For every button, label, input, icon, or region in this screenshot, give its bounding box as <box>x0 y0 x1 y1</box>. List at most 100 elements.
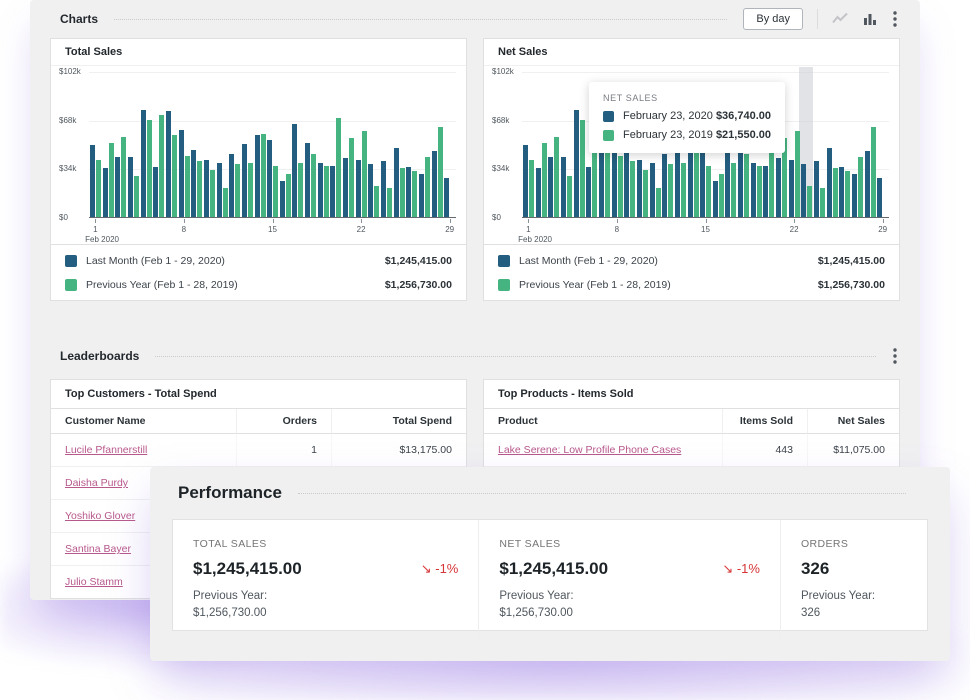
bar-group-day-12[interactable] <box>661 154 673 217</box>
bar[interactable] <box>561 157 566 217</box>
bar[interactable] <box>624 150 629 217</box>
bar[interactable] <box>536 168 541 217</box>
bar-group-day-20[interactable] <box>329 118 341 217</box>
bar[interactable] <box>630 161 635 217</box>
bar[interactable] <box>776 158 781 217</box>
bar[interactable] <box>763 166 768 218</box>
bar[interactable] <box>255 135 260 217</box>
bar[interactable] <box>381 161 386 217</box>
bar[interactable] <box>185 156 190 218</box>
bar[interactable] <box>248 163 253 217</box>
bar[interactable] <box>204 160 209 217</box>
bar[interactable] <box>865 151 870 217</box>
bar[interactable] <box>554 137 559 217</box>
bar-group-day-3[interactable] <box>547 137 559 217</box>
bar[interactable] <box>109 143 114 217</box>
bar-group-day-23[interactable] <box>800 164 812 217</box>
bar[interactable] <box>387 188 392 217</box>
bar[interactable] <box>858 157 863 217</box>
bar[interactable] <box>871 127 876 217</box>
bar[interactable] <box>324 166 329 218</box>
bar[interactable] <box>298 163 303 217</box>
leaderboard-link[interactable]: Daisha Purdy <box>65 477 128 489</box>
legend-previous-period[interactable]: Previous Year (Feb 1 - 28, 2019) $1,256,… <box>484 273 899 297</box>
leaderboard-link[interactable]: Lucile Pfannerstill <box>65 444 147 456</box>
bar[interactable] <box>548 157 553 217</box>
bar[interactable] <box>438 127 443 217</box>
bar[interactable] <box>128 157 133 217</box>
bar-group-day-13[interactable] <box>241 144 253 217</box>
bar-group-day-16[interactable] <box>712 174 724 217</box>
bar-group-day-25[interactable] <box>393 148 405 217</box>
bar-group-day-10[interactable] <box>203 160 215 217</box>
bar[interactable] <box>394 148 399 217</box>
bar-group-day-2[interactable] <box>535 143 547 217</box>
bar[interactable] <box>523 145 528 217</box>
interval-select[interactable]: By day <box>743 8 803 30</box>
bar[interactable] <box>827 148 832 217</box>
bar-group-day-22[interactable] <box>788 131 800 217</box>
bar[interactable] <box>618 156 623 218</box>
bar[interactable] <box>362 131 367 217</box>
bar-group-day-13[interactable] <box>674 144 686 217</box>
bar[interactable] <box>115 157 120 217</box>
bar-group-day-27[interactable] <box>851 157 863 217</box>
bar[interactable] <box>179 130 184 217</box>
bar-group-day-24[interactable] <box>380 161 392 217</box>
leaderboard-link[interactable]: Lake Serene: Low Profile Phone Cases <box>498 444 681 456</box>
bar[interactable] <box>833 168 838 217</box>
bar[interactable] <box>738 143 743 217</box>
bar[interactable] <box>172 135 177 217</box>
bar[interactable] <box>731 163 736 217</box>
bar[interactable] <box>330 166 335 218</box>
bar-group-day-29[interactable] <box>443 178 455 217</box>
bar[interactable] <box>153 167 158 217</box>
bar-group-day-24[interactable] <box>813 161 825 217</box>
bar[interactable] <box>159 115 164 217</box>
bar[interactable] <box>311 154 316 217</box>
bar[interactable] <box>852 174 857 217</box>
bar-group-day-9[interactable] <box>623 150 635 217</box>
bar-group-day-3[interactable] <box>114 137 126 217</box>
bar[interactable] <box>242 144 247 217</box>
bar-group-day-1[interactable] <box>89 145 101 217</box>
bar-group-day-12[interactable] <box>228 154 240 217</box>
bar[interactable] <box>343 158 348 217</box>
bar[interactable] <box>141 110 146 217</box>
line-chart-icon[interactable] <box>832 11 848 27</box>
bar[interactable] <box>191 150 196 217</box>
bar-group-day-9[interactable] <box>190 150 202 217</box>
bar-group-day-4[interactable] <box>127 157 139 217</box>
bar[interactable] <box>650 163 655 217</box>
bar[interactable] <box>839 167 844 217</box>
bar-group-day-8[interactable] <box>178 130 190 217</box>
bar[interactable] <box>567 176 572 218</box>
bar-group-day-29[interactable] <box>876 178 888 217</box>
bar[interactable] <box>574 110 579 217</box>
bar[interactable] <box>318 163 323 217</box>
bar[interactable] <box>529 160 534 217</box>
bar[interactable] <box>103 168 108 217</box>
bar[interactable] <box>406 167 411 217</box>
bar[interactable] <box>744 154 749 217</box>
bar-group-day-5[interactable] <box>573 110 585 217</box>
bar[interactable] <box>668 164 673 217</box>
bar-group-day-6[interactable] <box>152 115 164 217</box>
bar[interactable] <box>147 120 152 217</box>
bar[interactable] <box>586 167 591 217</box>
bar-group-day-18[interactable] <box>737 143 749 217</box>
bar-group-day-15[interactable] <box>266 140 278 217</box>
bar[interactable] <box>877 178 882 217</box>
bar-group-day-10[interactable] <box>636 160 648 217</box>
bar-group-day-16[interactable] <box>279 174 291 217</box>
bar[interactable] <box>789 160 794 217</box>
bar-group-day-28[interactable] <box>431 127 443 217</box>
bar-group-day-26[interactable] <box>405 167 417 217</box>
bar[interactable] <box>801 164 806 217</box>
bar-group-day-17[interactable] <box>291 124 303 217</box>
bar[interactable] <box>273 166 278 218</box>
bar[interactable] <box>719 174 724 217</box>
bar[interactable] <box>356 160 361 217</box>
bar[interactable] <box>444 178 449 217</box>
bar[interactable] <box>412 171 417 217</box>
